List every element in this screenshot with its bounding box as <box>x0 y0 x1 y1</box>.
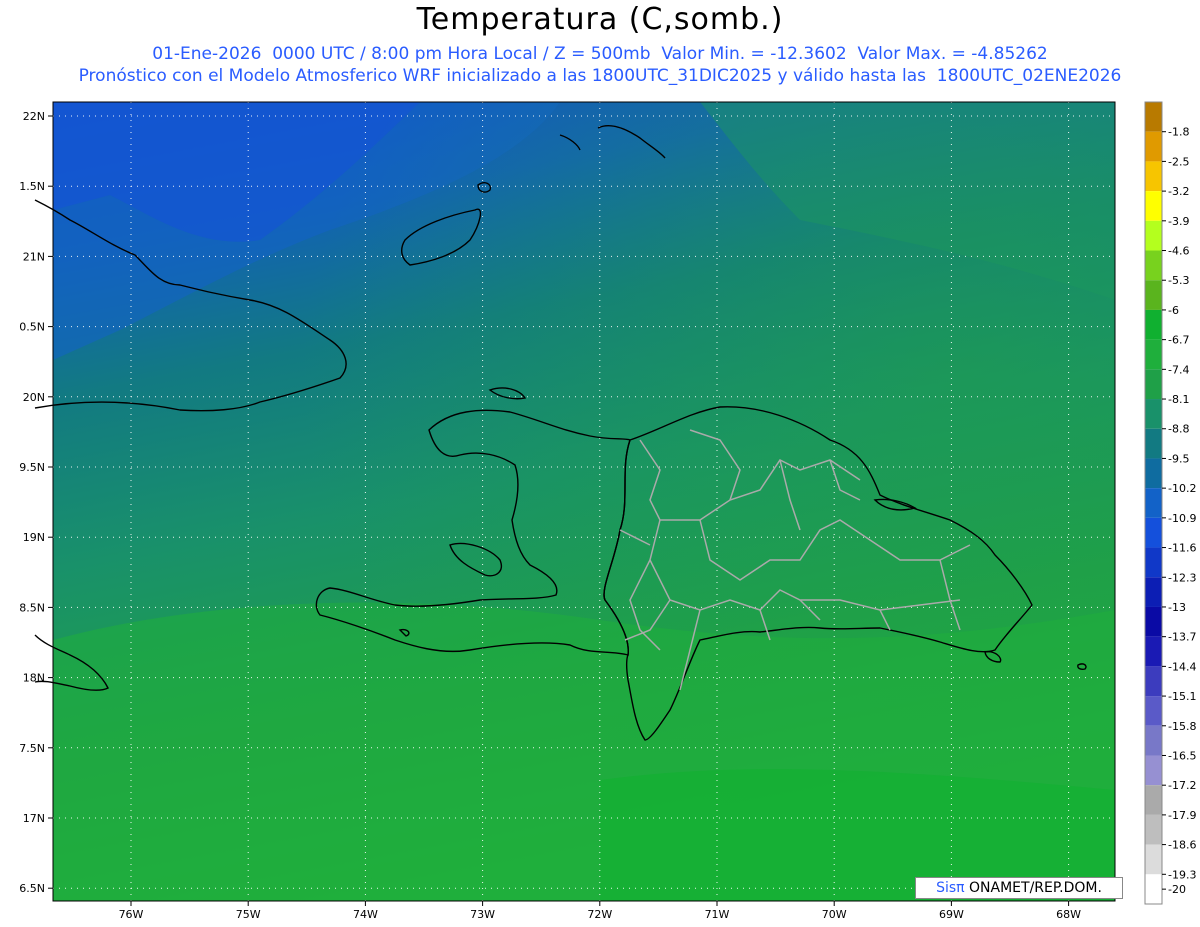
colorbar-label: -9.5 <box>1168 452 1189 465</box>
colorbar-swatch <box>1145 399 1162 429</box>
colorbar-label: -13.7 <box>1168 631 1196 644</box>
colorbar-label: -15.1 <box>1168 690 1196 703</box>
colorbar-label: -6.7 <box>1168 334 1189 347</box>
colorbar-swatch <box>1145 606 1162 637</box>
colorbar-label: -5.3 <box>1168 274 1189 287</box>
colorbar-label: -10.9 <box>1168 512 1196 525</box>
lon-label: 68W <box>1056 908 1081 921</box>
colorbar-swatch <box>1145 696 1162 726</box>
lat-label: 0.5N <box>19 321 45 334</box>
lat-label: 9.5N <box>19 461 45 474</box>
colorbar-swatch <box>1145 191 1162 221</box>
forecast-map: 22N 1.5N 21N 0.5N 20N 9.5N 19N 8.5N 18N 7.5N 17N 6.… <box>19 101 1196 921</box>
lon-label: 72W <box>587 908 612 921</box>
colorbar-label: -2.5 <box>1168 155 1189 168</box>
colorbar-swatch <box>1145 517 1162 548</box>
temperature-field <box>53 102 1115 901</box>
colorbar-label: -17.2 <box>1168 779 1196 792</box>
colorbar-swatch <box>1145 131 1162 162</box>
colorbar-label: -11.6 <box>1168 542 1196 555</box>
lat-label: 20N <box>23 391 45 404</box>
colorbar-swatch <box>1145 102 1162 132</box>
lon-label: 70W <box>822 908 847 921</box>
colorbar-swatch <box>1145 458 1162 489</box>
colorbar-label: -16.5 <box>1168 749 1196 762</box>
lat-label: 17N <box>23 812 45 825</box>
colorbar-label: -20 <box>1168 883 1186 896</box>
colorbar-swatch <box>1145 636 1162 667</box>
lat-label: 1.5N <box>19 180 45 193</box>
credit-text: ONAMET/REP.DOM. <box>964 880 1102 896</box>
colorbar-label: -3.2 <box>1168 185 1189 198</box>
colorbar-label: -1.8 <box>1168 126 1189 139</box>
colorbar-label: -8.8 <box>1168 423 1189 436</box>
colorbar-swatch <box>1145 725 1162 756</box>
colorbar-swatch <box>1145 814 1162 845</box>
colorbar-label: -8.1 <box>1168 393 1189 406</box>
colorbar-swatch <box>1145 428 1162 459</box>
colorbar-swatch <box>1145 488 1162 518</box>
lon-label: 75W <box>236 908 261 921</box>
colorbar-swatch <box>1145 250 1162 281</box>
colorbar-swatch <box>1145 577 1162 607</box>
colorbar-swatch <box>1145 339 1162 370</box>
colorbar-swatch <box>1145 785 1162 815</box>
colorbar-label: -7.4 <box>1168 363 1189 376</box>
colorbar-swatch <box>1145 161 1162 192</box>
lon-label: 71W <box>705 908 730 921</box>
colorbar: -1.8 -2.5 -3.2 -3.9 -4.6 -5.3 -6 -6.7 -7.4 -8.1 -8… <box>1144 101 1196 905</box>
colorbar-swatch <box>1145 280 1162 310</box>
colorbar-swatch <box>1145 547 1162 578</box>
lat-label: 21N <box>23 250 45 263</box>
lat-label: 8.5N <box>19 601 45 614</box>
colorbar-swatch <box>1145 369 1162 400</box>
credit-brand: Sisπ <box>936 880 965 896</box>
lat-label: 7.5N <box>19 742 45 755</box>
colorbar-label: -15.8 <box>1168 720 1196 733</box>
lat-label: 18N <box>23 672 45 685</box>
credit-box: Sisπ ONAMET/REP.DOM. <box>915 877 1123 899</box>
lon-label: 69W <box>939 908 964 921</box>
lat-label: 6.5N <box>19 882 45 895</box>
colorbar-label: -18.6 <box>1168 839 1196 852</box>
colorbar-label: -4.6 <box>1168 245 1189 258</box>
colorbar-label: -13 <box>1168 601 1186 614</box>
colorbar-label: -3.9 <box>1168 215 1189 228</box>
colorbar-label: -12.3 <box>1168 571 1196 584</box>
colorbar-label: -14.4 <box>1168 660 1196 673</box>
colorbar-swatch <box>1145 309 1162 340</box>
lat-label: 22N <box>23 110 45 123</box>
colorbar-label: -19.3 <box>1168 868 1196 881</box>
lon-label: 74W <box>353 908 378 921</box>
lon-label: 76W <box>119 908 144 921</box>
colorbar-label: -6 <box>1168 304 1179 317</box>
lon-label: 73W <box>470 908 495 921</box>
colorbar-swatch <box>1145 874 1162 904</box>
colorbar-label: -10.2 <box>1168 482 1196 495</box>
colorbar-swatch <box>1145 666 1162 697</box>
colorbar-swatch <box>1145 220 1162 251</box>
colorbar-swatch <box>1145 755 1162 786</box>
lat-label: 19N <box>23 531 45 544</box>
colorbar-swatch <box>1145 844 1162 875</box>
colorbar-label: -17.9 <box>1168 809 1196 822</box>
